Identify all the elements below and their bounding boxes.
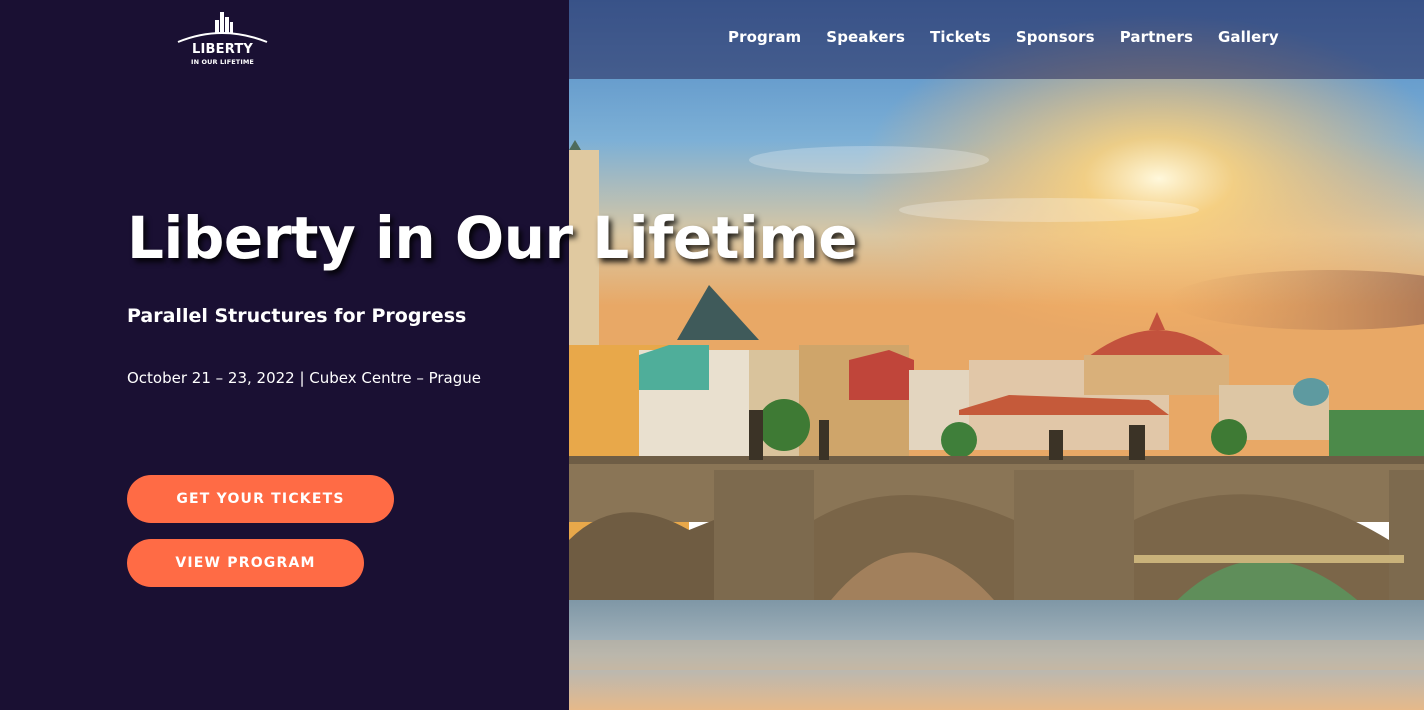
view-program-button[interactable]: VIEW PROGRAM: [127, 539, 364, 587]
nav-item-gallery[interactable]: Gallery: [1218, 28, 1279, 46]
city-skyline-icon: [177, 12, 268, 43]
nav-item-tickets[interactable]: Tickets: [930, 28, 991, 46]
nav-item-program[interactable]: Program: [728, 28, 801, 46]
hero-subtitle: Parallel Structures for Progress: [127, 305, 467, 327]
logo-wordmark: LIBERTY: [191, 42, 254, 57]
hero-image-prague-bridge: [569, 0, 1424, 710]
logo-tagline: IN OUR LIFETIME: [191, 58, 254, 66]
nav-item-partners[interactable]: Partners: [1120, 28, 1193, 46]
event-date-location: October 21 – 23, 2022 | Cubex Centre – P…: [127, 369, 482, 387]
nav-item-speakers[interactable]: Speakers: [826, 28, 905, 46]
hero-title: Liberty in Our Lifetime: [127, 204, 858, 272]
site-logo[interactable]: LIBERTY IN OUR LIFETIME: [175, 10, 270, 68]
nav-item-sponsors[interactable]: Sponsors: [1016, 28, 1095, 46]
left-panel: [0, 0, 569, 710]
main-navigation: Program Speakers Tickets Sponsors Partne…: [728, 28, 1279, 46]
get-tickets-button[interactable]: GET YOUR TICKETS: [127, 475, 394, 523]
